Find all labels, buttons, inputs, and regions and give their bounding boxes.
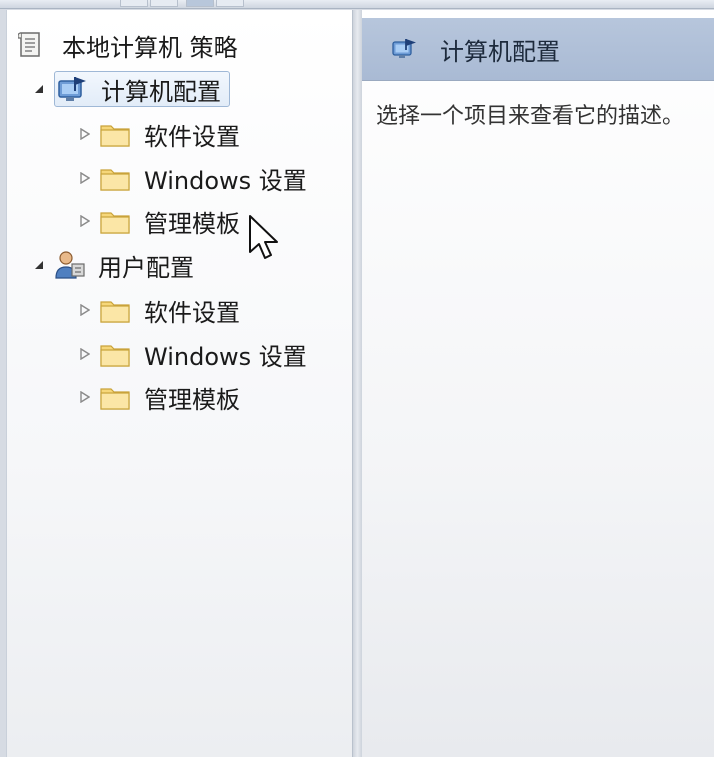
pane-splitter[interactable] (353, 10, 362, 757)
tree-node-user-windows-settings[interactable]: Windows 设置 (78, 337, 311, 371)
folder-icon (100, 341, 130, 367)
tree-node-label: 计算机配置 (101, 77, 221, 106)
tree-node-user-admin-templates[interactable]: 管理模板 (78, 380, 244, 414)
collapsed-arrow-icon[interactable] (78, 303, 92, 317)
tree-node-label: 软件设置 (144, 298, 240, 327)
user-config-icon (54, 250, 86, 280)
tree-pane: 本地计算机 策略 计算机配置 软件设置 Windows 设置 管理模板 用户配置… (6, 10, 353, 757)
expanded-arrow-icon[interactable] (32, 258, 46, 272)
details-pane: 计算机配置 选择一个项目来查看它的描述。 (362, 10, 714, 757)
collapsed-arrow-icon[interactable] (78, 214, 92, 228)
computer-config-icon (392, 38, 418, 60)
details-header-title: 计算机配置 (440, 38, 560, 66)
tree-node-computer-admin-templates[interactable]: 管理模板 (78, 204, 244, 238)
collapsed-arrow-icon[interactable] (78, 127, 92, 141)
policy-document-icon (17, 31, 44, 59)
toolbar-button[interactable] (120, 0, 148, 7)
folder-icon (100, 297, 130, 323)
toolbar-button[interactable] (150, 0, 178, 7)
tree-node-computer-software-settings[interactable]: 软件设置 (78, 117, 244, 151)
folder-icon (100, 384, 130, 410)
details-description: 选择一个项目来查看它的描述。 (376, 104, 685, 129)
mouse-pointer-icon (248, 214, 284, 262)
tree-node-label: 软件设置 (144, 122, 240, 151)
collapsed-arrow-icon[interactable] (78, 390, 92, 404)
details-header: 计算机配置 (362, 18, 714, 81)
collapsed-arrow-icon[interactable] (78, 171, 92, 185)
toolbar-button[interactable] (186, 0, 214, 7)
computer-config-icon (57, 75, 89, 103)
tree-node-label: 管理模板 (144, 385, 240, 414)
toolbar-button[interactable] (216, 0, 244, 7)
tree-node-label: Windows 设置 (144, 342, 307, 371)
folder-icon (100, 165, 130, 191)
tree-root-label: 本地计算机 策略 (62, 33, 238, 62)
collapsed-arrow-icon[interactable] (78, 347, 92, 361)
expanded-arrow-icon[interactable] (32, 82, 46, 96)
tree-node-computer-config[interactable]: 计算机配置 (32, 71, 230, 107)
tree-node-user-config[interactable]: 用户配置 (32, 248, 198, 282)
tree-node-computer-windows-settings[interactable]: Windows 设置 (78, 161, 311, 195)
tree-root-local-policy[interactable]: 本地计算机 策略 (17, 28, 242, 62)
tree-node-user-software-settings[interactable]: 软件设置 (78, 293, 244, 327)
tree-node-label: Windows 设置 (144, 166, 307, 195)
toolbar-strip (0, 0, 714, 9)
folder-icon (100, 121, 130, 147)
tree-node-label: 管理模板 (144, 209, 240, 238)
folder-icon (100, 208, 130, 234)
tree-node-label: 用户配置 (98, 253, 194, 282)
